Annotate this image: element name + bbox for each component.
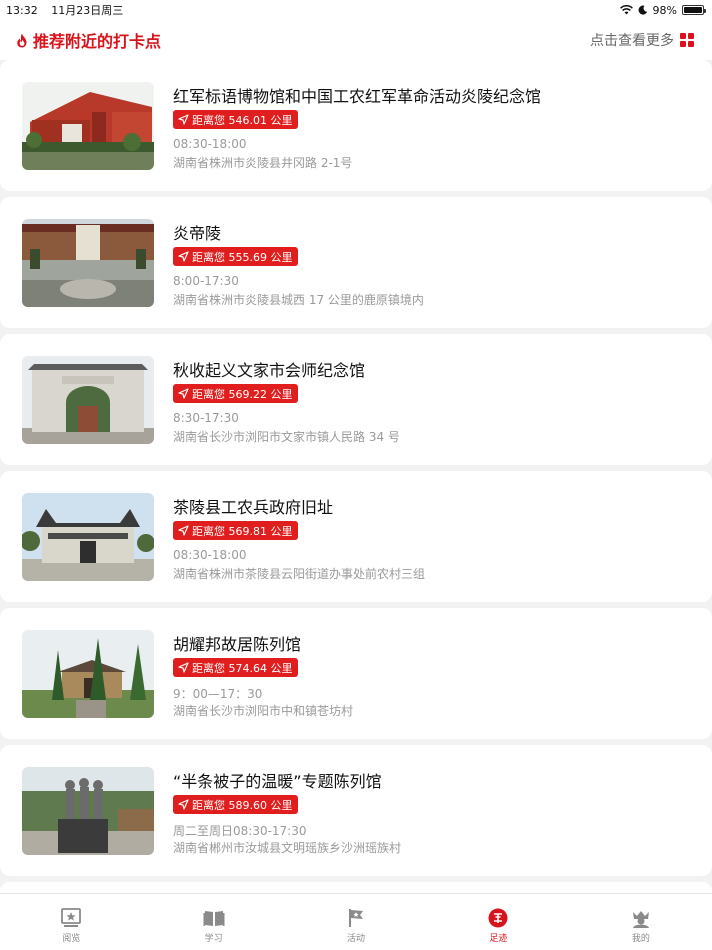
list-item[interactable]: 胡耀邦故居陈列馆 距离您 574.64 公里 9：00—17：30 湖南省长沙市… <box>0 608 712 739</box>
list-item[interactable]: 茶陵县工农兵政府旧址 距离您 569.81 公里 08:30-18:00 湖南省… <box>0 471 712 602</box>
section-header: 推荐附近的打卡点 点击查看更多 <box>0 20 712 60</box>
opening-hours: 8:30-17:30 <box>173 411 239 425</box>
tab-mine[interactable]: 我的 <box>570 894 712 950</box>
exhibition-hall-photo <box>22 767 154 855</box>
distance-text: 距离您 574.64 公里 <box>192 661 293 675</box>
former-residence-photo <box>22 630 154 718</box>
item-title: 红军标语博物馆和中国工农红军革命活动炎陵纪念馆 <box>173 87 542 106</box>
moon-icon <box>638 5 647 15</box>
distance-text: 距离您 546.01 公里 <box>192 113 293 127</box>
user-crown-icon <box>632 911 649 928</box>
item-address: 湖南省株洲市茶陵县云阳街道办事处前农村三组 <box>173 567 426 581</box>
footprint-icon <box>488 908 508 928</box>
government-site-photo <box>22 493 154 581</box>
item-title: 秋收起义文家市会师纪念馆 <box>173 361 366 380</box>
fire-icon <box>17 33 27 47</box>
opening-hours: 9：00—17：30 <box>173 687 263 701</box>
opening-hours: 08:30-18:00 <box>173 137 247 151</box>
battery-percent: 98% <box>652 3 677 17</box>
tab-label: 足迹 <box>489 934 508 944</box>
section-title: 推荐附近的打卡点 <box>16 28 161 52</box>
status-date: 11月23日周三 <box>51 4 124 17</box>
item-title: 胡耀邦故居陈列馆 <box>173 635 302 654</box>
distance-badge: 距离您 574.64 公里 <box>173 658 299 677</box>
memorial-gate-photo <box>22 356 154 444</box>
item-address: 湖南省长沙市浏阳市中和镇苍坊村 <box>173 704 354 718</box>
status-time: 13:32 <box>6 4 38 17</box>
distance-badge: 距离您 546.01 公里 <box>173 110 299 129</box>
navigation-icon <box>178 388 189 399</box>
item-title: 炎帝陵 <box>173 224 222 243</box>
museum-building-photo <box>22 82 154 170</box>
item-title: 茶陵县工农兵政府旧址 <box>173 498 334 517</box>
tab-label: 我的 <box>631 934 650 944</box>
distance-text: 距离您 555.69 公里 <box>192 250 293 264</box>
flag-icon <box>349 909 364 927</box>
navigation-icon <box>178 799 189 810</box>
distance-text: 距离您 569.81 公里 <box>192 524 293 538</box>
navigation-icon <box>178 114 189 125</box>
reading-icon <box>61 908 82 927</box>
mausoleum-photo <box>22 219 154 307</box>
bottom-tab-bar: 阅览 学习 活动 足迹 我的 <box>0 893 712 950</box>
view-more-label: 点击查看更多 <box>590 33 674 49</box>
section-title-text: 推荐附近的打卡点 <box>33 32 162 51</box>
distance-badge: 距离您 589.60 公里 <box>173 795 299 814</box>
opening-hours: 周二至周日08:30-17:30 <box>173 824 307 838</box>
tab-activity[interactable]: 活动 <box>285 894 427 950</box>
distance-text: 距离您 589.60 公里 <box>192 798 293 812</box>
tab-footprint[interactable]: 足迹 <box>427 894 569 950</box>
item-address: 湖南省长沙市浏阳市文家市镇人民路 34 号 <box>173 430 400 444</box>
book-icon <box>203 911 225 926</box>
grid-icon <box>680 33 694 47</box>
item-address: 湖南省株洲市炎陵县井冈路 2-1号 <box>173 156 353 170</box>
distance-badge: 距离您 555.69 公里 <box>173 247 299 266</box>
tab-label: 学习 <box>204 934 223 944</box>
item-address: 湖南省株洲市炎陵县城西 17 公里的鹿原镇境内 <box>173 293 424 307</box>
tab-label: 阅览 <box>62 934 81 944</box>
battery-icon <box>682 5 706 15</box>
list-item[interactable]: 秋收起义文家市会师纪念馆 距离您 569.22 公里 8:30-17:30 湖南… <box>0 334 712 465</box>
navigation-icon <box>178 662 189 673</box>
tab-reading[interactable]: 阅览 <box>0 894 142 950</box>
navigation-icon <box>178 251 189 262</box>
list-item[interactable]: “半条被子的温暖”专题陈列馆 距离您 589.60 公里 周二至周日08:30-… <box>0 745 712 876</box>
distance-badge: 距离您 569.22 公里 <box>173 384 299 403</box>
tab-label: 活动 <box>347 934 366 944</box>
navigation-icon <box>178 525 189 536</box>
distance-text: 距离您 569.22 公里 <box>192 387 293 401</box>
distance-badge: 距离您 569.81 公里 <box>173 521 299 540</box>
view-more-button[interactable]: 点击查看更多 <box>590 30 694 50</box>
opening-hours: 8:00-17:30 <box>173 274 239 288</box>
item-address: 湖南省郴州市汝城县文明瑶族乡沙洲瑶族村 <box>173 841 402 855</box>
tab-study[interactable]: 学习 <box>142 894 284 950</box>
list-item[interactable]: 红军标语博物馆和中国工农红军革命活动炎陵纪念馆 距离您 546.01 公里 08… <box>0 60 712 191</box>
item-title: “半条被子的温暖”专题陈列馆 <box>173 772 382 791</box>
status-bar: 13:32 11月23日周三 98% <box>0 0 712 20</box>
opening-hours: 08:30-18:00 <box>173 548 247 562</box>
list-item[interactable]: 炎帝陵 距离您 555.69 公里 8:00-17:30 湖南省株洲市炎陵县城西… <box>0 197 712 328</box>
wifi-icon <box>619 5 633 15</box>
